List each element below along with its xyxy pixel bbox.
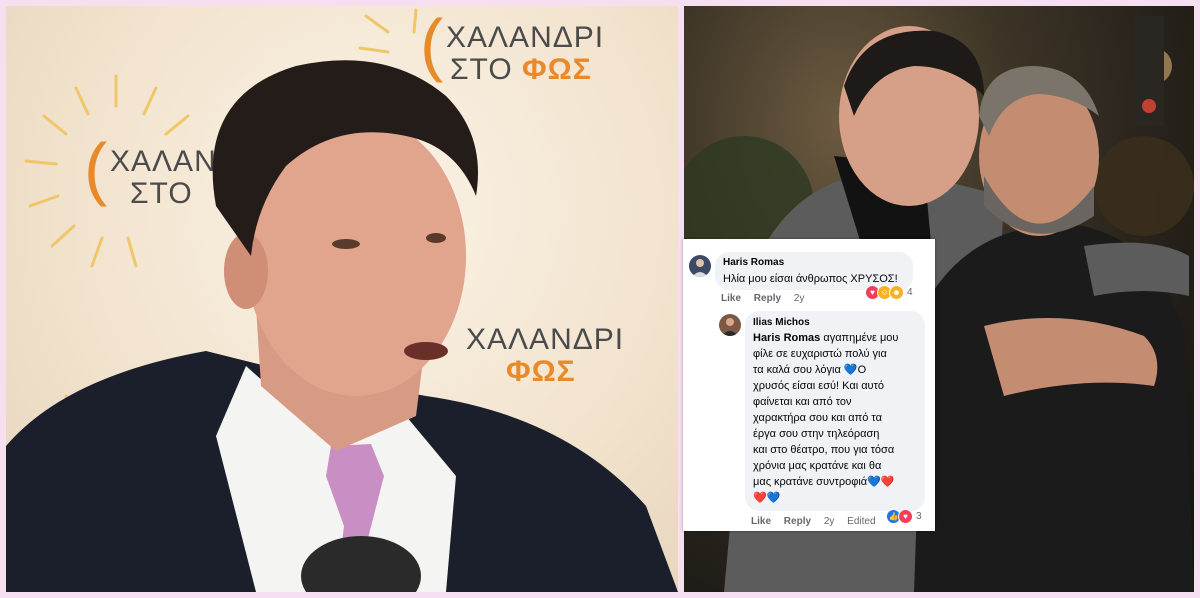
man-figure	[6, 60, 678, 592]
avatar[interactable]	[689, 255, 711, 277]
haha-reaction-icon: ☻	[889, 285, 904, 300]
comment-line: μας κρατάνε συντροφιά💙❤️	[753, 476, 895, 488]
comment-line: ❤️💙	[753, 492, 781, 504]
comment-author[interactable]: Haris Romas	[723, 257, 784, 268]
comment-time: 2y	[823, 516, 835, 527]
comment-line: και στο θέατρο, που για τόσα	[753, 444, 895, 456]
comment-line: χρόνια μας κρατάνε και θα	[753, 460, 882, 472]
comment-line: φαίνεται και από τον	[753, 396, 852, 408]
comment-actions: Like Reply 2y Edited	[751, 516, 886, 527]
comment-thread: Haris Romas Ηλία μου είσαι άνθρωπος ΧΡΥΣ…	[683, 239, 935, 531]
mention-link[interactable]: Haris Romas	[753, 332, 820, 344]
reply-link[interactable]: Reply	[784, 516, 811, 527]
comment-line-text: αγαπημένε μου	[823, 332, 899, 344]
reaction-count: 3	[916, 511, 922, 522]
comment-line: έργα σου στην τηλεόραση	[753, 428, 880, 440]
person-icon	[692, 259, 708, 277]
reaction-count: 4	[907, 287, 913, 298]
reply-link[interactable]: Reply	[754, 293, 781, 304]
avatar[interactable]	[719, 314, 741, 336]
comment-author[interactable]: Ilias Michos	[753, 317, 810, 328]
edited-label: Edited	[847, 516, 876, 527]
comment-line: χρυσός είσαι εσύ! Και αυτό	[753, 380, 885, 392]
reaction-summary[interactable]: ♥ ☺ ☻ 4	[865, 285, 913, 300]
comment-line: χαρακτήρα σου και από τα	[753, 412, 882, 424]
press-photo: ΧΑΛΑΝ ΣΤΟ ( ΧΑΛΑΝΔΡΙ ΣΤΟ ΦΩΣ ( ΧΑΛΑΝΔΡΙ …	[6, 6, 678, 592]
comment-line: τα καλά σου λόγια 💙Ο	[753, 364, 867, 376]
heart-reaction-icon: ♥	[898, 509, 913, 524]
comment-bubble: Ilias Michos Haris Romas αγαπημένε μου φ…	[745, 311, 925, 511]
person-icon	[722, 318, 738, 336]
comment-actions: Like Reply 2y	[721, 293, 814, 304]
comment-line: Haris Romas αγαπημένε μου	[753, 330, 923, 346]
reaction-summary[interactable]: 👍 ♥ 3	[886, 509, 922, 524]
comment-time: 2y	[793, 293, 805, 304]
comment-line: φίλε σε ευχαριστώ πολύ για	[753, 348, 887, 360]
like-link[interactable]: Like	[751, 516, 771, 527]
comment-body: Haris Romas αγαπημένε μου φίλε σε ευχαρι…	[753, 330, 923, 506]
like-link[interactable]: Like	[721, 293, 741, 304]
